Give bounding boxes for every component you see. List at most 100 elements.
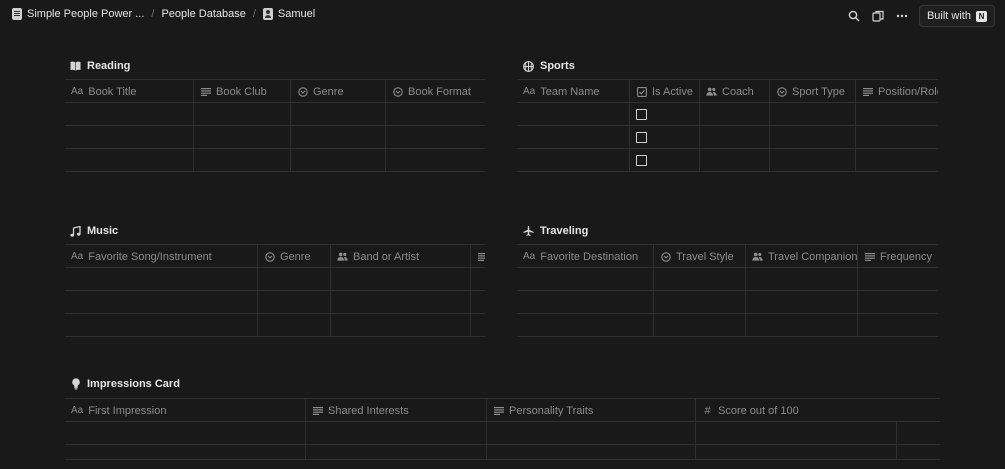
is-active-checkbox[interactable] — [636, 109, 647, 120]
table-cell[interactable] — [331, 291, 471, 314]
table-row[interactable] — [517, 268, 938, 291]
table-cell[interactable] — [65, 291, 258, 314]
table-cell[interactable] — [487, 422, 696, 445]
table-cell[interactable] — [897, 422, 940, 445]
column-header[interactable] — [471, 245, 485, 268]
table-cell[interactable] — [386, 103, 485, 126]
table-row[interactable] — [65, 126, 485, 149]
table-cell[interactable] — [517, 149, 630, 172]
table-row[interactable] — [65, 268, 485, 291]
table-row[interactable] — [65, 291, 485, 314]
column-header[interactable]: Band or Artist — [331, 245, 471, 268]
table-cell[interactable] — [696, 445, 897, 460]
table-cell[interactable] — [65, 126, 194, 149]
table-cell[interactable] — [306, 445, 487, 460]
column-header[interactable]: Aa Team Name — [517, 80, 630, 103]
is-active-checkbox[interactable] — [636, 132, 647, 143]
table-cell[interactable] — [65, 268, 258, 291]
table-cell[interactable] — [630, 149, 700, 172]
table-cell[interactable] — [258, 268, 331, 291]
table-cell[interactable] — [770, 149, 856, 172]
table-row[interactable] — [65, 103, 485, 126]
table-cell[interactable] — [517, 126, 630, 149]
column-header[interactable]: Travel Style — [654, 245, 746, 268]
table-cell[interactable] — [194, 103, 291, 126]
duplicate-icon[interactable] — [871, 9, 885, 23]
column-header[interactable]: Coach — [700, 80, 770, 103]
column-header[interactable]: Shared Interests — [306, 399, 487, 422]
table-cell[interactable] — [471, 314, 485, 337]
table-row[interactable] — [517, 149, 938, 172]
table-cell[interactable] — [696, 422, 897, 445]
table-cell[interactable] — [858, 314, 938, 337]
table-cell[interactable] — [856, 103, 938, 126]
table-cell[interactable] — [858, 291, 938, 314]
table-cell[interactable] — [746, 314, 858, 337]
table-cell[interactable] — [654, 291, 746, 314]
table-cell[interactable] — [856, 126, 938, 149]
table-row[interactable] — [517, 291, 938, 314]
table-cell[interactable] — [65, 149, 194, 172]
table-cell[interactable] — [386, 149, 485, 172]
table-cell[interactable] — [700, 103, 770, 126]
column-header[interactable]: Aa First Impression — [65, 399, 306, 422]
table-cell[interactable] — [331, 268, 471, 291]
table-cell[interactable] — [856, 149, 938, 172]
table-cell[interactable] — [65, 103, 194, 126]
table-cell[interactable] — [487, 445, 696, 460]
table-cell[interactable] — [858, 268, 938, 291]
table-cell[interactable] — [517, 268, 654, 291]
table-cell[interactable] — [654, 314, 746, 337]
table-cell[interactable] — [65, 314, 258, 337]
table-cell[interactable] — [630, 126, 700, 149]
column-header[interactable]: Aa Favorite Song/Instrument — [65, 245, 258, 268]
table-cell[interactable] — [471, 268, 485, 291]
table-cell[interactable] — [291, 103, 386, 126]
table-row[interactable] — [65, 422, 940, 445]
table-cell[interactable] — [291, 149, 386, 172]
table-cell[interactable] — [258, 314, 331, 337]
table-cell[interactable] — [654, 268, 746, 291]
table-cell[interactable] — [471, 291, 485, 314]
column-header[interactable]: Frequency — [858, 245, 938, 268]
table-cell[interactable] — [517, 291, 654, 314]
table-cell[interactable] — [65, 422, 306, 445]
column-header[interactable]: Genre — [291, 80, 386, 103]
column-header[interactable]: Travel Companion — [746, 245, 858, 268]
column-header[interactable]: Position/Role — [856, 80, 938, 103]
column-header[interactable]: Book Club — [194, 80, 291, 103]
table-row[interactable] — [517, 103, 938, 126]
search-icon[interactable] — [847, 9, 861, 23]
table-cell[interactable] — [746, 268, 858, 291]
table-cell[interactable] — [700, 126, 770, 149]
column-header[interactable]: Book Format — [386, 80, 485, 103]
column-header[interactable]: Is Active — [630, 80, 700, 103]
table-cell[interactable] — [258, 291, 331, 314]
table-cell[interactable] — [700, 149, 770, 172]
table-cell[interactable] — [770, 126, 856, 149]
table-cell[interactable] — [65, 445, 306, 460]
table-cell[interactable] — [306, 422, 487, 445]
column-header[interactable]: Sport Type — [770, 80, 856, 103]
breadcrumb-workspace[interactable]: Simple People Power ... — [12, 8, 144, 20]
table-cell[interactable] — [630, 103, 700, 126]
table-row[interactable] — [65, 314, 485, 337]
table-cell[interactable] — [517, 314, 654, 337]
table-cell[interactable] — [897, 445, 940, 460]
table-cell[interactable] — [746, 291, 858, 314]
more-icon[interactable] — [895, 9, 909, 23]
column-header[interactable]: # Score out of 100 — [696, 399, 940, 422]
table-row[interactable] — [65, 445, 940, 460]
table-cell[interactable] — [517, 103, 630, 126]
table-cell[interactable] — [386, 126, 485, 149]
table-cell[interactable] — [194, 149, 291, 172]
built-with-button[interactable]: Built with N — [918, 5, 995, 27]
table-cell[interactable] — [291, 126, 386, 149]
table-row[interactable] — [65, 149, 485, 172]
table-row[interactable] — [517, 314, 938, 337]
table-cell[interactable] — [194, 126, 291, 149]
column-header[interactable]: Aa Book Title — [65, 80, 194, 103]
column-header[interactable]: Personality Traits — [487, 399, 696, 422]
breadcrumb-page[interactable]: Samuel — [262, 8, 315, 20]
column-header[interactable]: Aa Favorite Destination — [517, 245, 654, 268]
